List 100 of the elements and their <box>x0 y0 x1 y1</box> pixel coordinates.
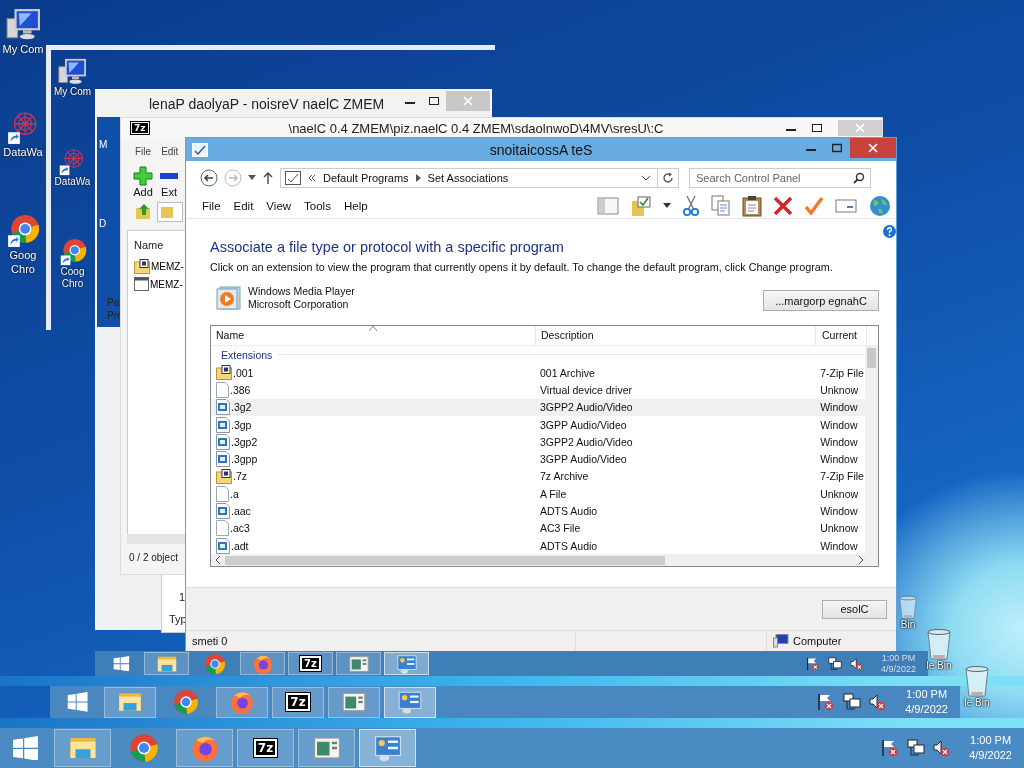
list-row[interactable]: .3g2 3GPP2 Audio/Video Window <box>211 398 865 416</box>
status-text: 0 / 2 object <box>129 552 178 563</box>
taskbar-button[interactable] <box>104 686 156 718</box>
control-panel-icon <box>397 689 423 715</box>
computer-icon <box>58 58 87 86</box>
copy-icon[interactable] <box>711 195 731 217</box>
forward-button[interactable] <box>224 168 242 187</box>
refresh-button[interactable] <box>657 167 679 188</box>
help-icon[interactable] <box>883 225 896 238</box>
chevron-down-icon[interactable] <box>641 174 651 181</box>
panel-label: 1 <box>179 591 186 603</box>
breadcrumb-link[interactable]: Default Programs <box>323 171 409 184</box>
desktop-icon-label[interactable]: DataWa <box>54 176 91 188</box>
menu-item[interactable]: View <box>266 200 292 212</box>
menu-item[interactable]: Help <box>343 200 368 212</box>
taskbar-button[interactable]: 7z <box>237 729 294 767</box>
toolbar-button[interactable]: Add <box>131 166 155 198</box>
speaker-muted-icon <box>849 656 864 671</box>
taskbar-button[interactable] <box>176 729 233 767</box>
desktop-icon-label[interactable]: Coog <box>60 266 85 278</box>
taskbar-button[interactable] <box>240 652 285 675</box>
menu-item[interactable]: File <box>135 146 152 162</box>
taskbar-button[interactable] <box>384 686 436 718</box>
address-bar[interactable]: Default Programs Set Associations <box>280 167 658 188</box>
caret-icon[interactable] <box>663 203 671 209</box>
close-dialog-button[interactable]: esolC <box>822 599 887 619</box>
rename-icon[interactable] <box>835 198 857 214</box>
desktop-icon-label[interactable]: My Com <box>2 42 44 56</box>
horizontal-scrollbar[interactable] <box>211 554 878 566</box>
browser-icon <box>173 689 199 715</box>
menu-item[interactable]: Tools <box>304 200 331 212</box>
column-header[interactable]: Name <box>134 239 164 251</box>
list-row[interactable]: .7z 7z Archive 7-Zip File <box>211 467 865 486</box>
change-program-button[interactable]: ...margorp egnahC <box>763 290 879 311</box>
column-header[interactable]: Name <box>211 326 536 345</box>
archive-file-icon <box>216 468 232 484</box>
clipboard-icon[interactable] <box>742 195 762 217</box>
list-row[interactable]: .386 Virtual device driver Unknow <box>211 381 865 399</box>
path-field[interactable] <box>157 202 183 222</box>
scrollbar[interactable] <box>127 534 185 544</box>
menu-item[interactable]: File <box>202 200 221 212</box>
network-icon <box>843 693 862 711</box>
taskbar-button[interactable] <box>144 652 189 675</box>
taskbar-button[interactable]: 7z <box>272 686 324 718</box>
file-name[interactable]: MEMZ- <box>151 260 184 272</box>
taskbar-button[interactable] <box>336 652 381 675</box>
folder-check-icon[interactable] <box>630 195 652 217</box>
browser-icon <box>203 652 226 675</box>
list-row[interactable]: .a A File Unknow <box>211 485 865 503</box>
list-row[interactable]: .001 001 Archive 7-Zip File <box>211 364 865 382</box>
flag-icon <box>805 656 820 671</box>
network-icon <box>907 739 926 757</box>
scissors-icon[interactable] <box>682 195 700 217</box>
toolbar-button[interactable]: Ext <box>157 166 181 198</box>
caret-icon[interactable] <box>248 174 256 181</box>
taskbar-button[interactable] <box>384 652 429 675</box>
back-button[interactable] <box>200 168 218 187</box>
list-row[interactable]: .adt ADTS Audio Window <box>211 536 865 555</box>
desktop-icon-label[interactable]: DataWa <box>3 145 43 159</box>
list-row[interactable]: .ac3 AC3 File Unknow <box>211 519 865 537</box>
extension-cell: .3gp <box>231 418 252 431</box>
group-header[interactable]: Extensions <box>221 349 273 361</box>
control-panel-icon <box>395 652 418 675</box>
desktop-icon-label[interactable]: Chro <box>11 262 35 276</box>
list-row[interactable]: .3gpp 3GPP Audio/Video Window <box>211 450 865 468</box>
clock-date: 4/9/2022 <box>880 663 916 675</box>
control-panel-icon <box>192 142 208 157</box>
delete-icon[interactable] <box>773 196 793 216</box>
globe-icon[interactable] <box>868 194 892 218</box>
program-company: Microsoft Corporation <box>248 298 350 311</box>
menu-item[interactable]: Edit <box>233 200 254 212</box>
search-field[interactable]: Search Control Panel <box>689 167 871 188</box>
desktop-icon-label: M <box>99 139 108 150</box>
column-header[interactable]: Current <box>816 326 867 345</box>
breadcrumb-link[interactable]: Set Associations <box>427 171 509 184</box>
desktop-icon-label[interactable]: My Com <box>53 86 92 98</box>
taskbar-button[interactable] <box>54 729 111 767</box>
taskbar-button[interactable]: 7z <box>288 652 333 675</box>
description-cell-text: ADTS Audio <box>539 505 599 517</box>
column-header[interactable]: Description <box>536 326 816 345</box>
close-icon <box>868 143 878 153</box>
taskbar-button[interactable] <box>328 686 380 718</box>
list-row[interactable]: .3gp 3GPP Audio/Video Window <box>211 415 865 434</box>
description-cell-text: 7z Archive <box>539 470 590 483</box>
vertical-scrollbar[interactable] <box>865 346 878 555</box>
taskbar-button[interactable] <box>216 686 268 718</box>
archive-file-icon <box>216 365 232 381</box>
flag-icon <box>881 739 900 757</box>
list-row[interactable]: .aac ADTS Audio Window <box>211 502 865 520</box>
menu-item[interactable]: Edit <box>161 146 179 162</box>
check-icon[interactable] <box>804 196 824 216</box>
up-arrow-icon[interactable] <box>262 170 274 185</box>
taskbar-button[interactable] <box>359 729 416 767</box>
pane-layout-icon[interactable] <box>597 196 619 216</box>
list-row[interactable]: .3gp2 3GPP2 Audio/Video Window <box>211 433 865 451</box>
browser-shortcut-icon <box>6 214 40 248</box>
taskbar-button[interactable] <box>298 729 355 767</box>
desktop-icon-label[interactable]: Goog <box>9 248 37 262</box>
file-name[interactable]: MEMZ- <box>150 278 183 290</box>
desktop-icon-label[interactable]: Chro <box>61 278 84 290</box>
